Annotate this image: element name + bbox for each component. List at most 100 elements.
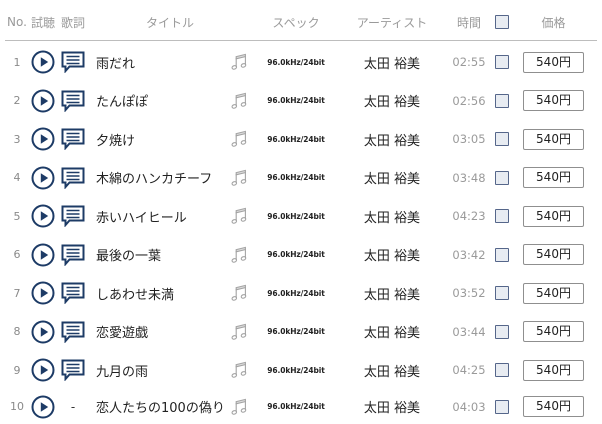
lyrics-icon[interactable] — [61, 90, 85, 112]
buy-button[interactable]: 540円 — [523, 167, 584, 189]
lyrics-icon[interactable] — [61, 51, 85, 74]
buy-button[interactable]: 540円 — [523, 90, 584, 112]
music-note-icon — [231, 246, 247, 263]
play-preview-button[interactable] — [31, 390, 55, 424]
play-preview-button[interactable] — [31, 120, 55, 159]
note-head-right — [240, 101, 247, 107]
lyrics-button[interactable] — [61, 313, 85, 352]
note-head-left — [231, 65, 238, 70]
lyrics-bubble-shape[interactable] — [61, 128, 85, 151]
play-circle-icon[interactable] — [31, 243, 55, 267]
buy-button[interactable]: 540円 — [523, 128, 584, 150]
buy-button[interactable]: 540円 — [523, 359, 584, 381]
track-select-checkbox[interactable] — [494, 286, 509, 301]
track-select-checkbox[interactable] — [494, 55, 509, 70]
play-circle-icon[interactable] — [31, 358, 55, 382]
note-head-left — [231, 257, 238, 263]
buy-button[interactable]: 540円 — [523, 51, 584, 73]
note-head-left — [231, 334, 238, 340]
note-beam — [235, 361, 246, 368]
play-circle-icon[interactable] — [31, 395, 55, 419]
music-note-icon — [231, 398, 247, 415]
lyrics-icon[interactable] — [61, 128, 85, 151]
track-select-checkbox[interactable] — [494, 170, 509, 185]
track-duration: 04:25 — [452, 363, 486, 378]
play-circle-icon[interactable] — [31, 89, 55, 113]
play-circle-icon[interactable] — [31, 166, 55, 190]
lyrics-button[interactable] — [61, 274, 85, 313]
format-cell — [229, 313, 249, 352]
track-select-checkbox[interactable] — [494, 247, 509, 262]
lyrics-button[interactable] — [61, 43, 85, 82]
track-number: 9 — [13, 363, 21, 377]
track-artist: 太田 裕美 — [363, 56, 421, 72]
play-preview-button[interactable] — [31, 159, 55, 198]
format-cell — [229, 236, 249, 275]
buy-button[interactable]: 540円 — [523, 282, 584, 304]
track-row: 9 九月の雨 96.0kHz/24bit 太田 裕美 04:25 540円 — [0, 351, 602, 390]
play-circle-icon[interactable] — [31, 50, 55, 74]
play-preview-button[interactable] — [31, 313, 55, 352]
lyrics-icon[interactable] — [61, 244, 85, 266]
lyrics-button[interactable] — [61, 236, 85, 275]
buy-button[interactable]: 540円 — [523, 396, 584, 418]
track-spec: 96.0kHz/24bit — [267, 134, 325, 144]
track-select-checkbox[interactable] — [494, 93, 509, 108]
music-note-icon — [231, 207, 247, 224]
track-row: 8 恋愛遊戯 96.0kHz/24bit 太田 裕美 03:44 540円 — [0, 313, 602, 352]
play-preview-button[interactable] — [31, 82, 55, 121]
lyrics-bubble-shape[interactable] — [61, 205, 85, 228]
track-select-checkbox[interactable] — [494, 363, 509, 378]
lyrics-icon[interactable] — [61, 205, 85, 228]
note-head-left — [231, 142, 238, 147]
buy-button[interactable]: 540円 — [523, 244, 584, 266]
play-preview-button[interactable] — [31, 197, 55, 236]
track-title: 木綿のハンカチーフ — [96, 172, 213, 188]
track-spec: 96.0kHz/24bit — [267, 57, 325, 67]
play-preview-button[interactable] — [31, 351, 55, 390]
track-select-checkbox[interactable] — [494, 209, 509, 224]
lyrics-bubble-shape[interactable] — [61, 282, 85, 305]
play-preview-button[interactable] — [31, 236, 55, 275]
play-preview-button[interactable] — [31, 43, 55, 82]
note-head-right — [240, 332, 247, 338]
track-select-checkbox[interactable] — [494, 132, 509, 147]
lyrics-icon[interactable] — [61, 321, 85, 343]
lyrics-bubble-shape[interactable] — [61, 244, 85, 266]
lyrics-bubble-shape[interactable] — [61, 359, 85, 382]
play-circle-icon[interactable] — [31, 320, 55, 344]
buy-button[interactable]: 540円 — [523, 321, 584, 343]
lyrics-bubble-shape[interactable] — [61, 90, 85, 112]
format-cell — [229, 197, 249, 236]
lyrics-button[interactable] — [61, 82, 85, 121]
lyrics-bubble-shape[interactable] — [61, 321, 85, 343]
play-circle-icon[interactable] — [31, 127, 55, 151]
track-row: 1 雨だれ 96.0kHz/24bit 太田 裕美 02:55 540円 — [0, 43, 602, 82]
track-select-checkbox[interactable] — [494, 399, 509, 414]
play-circle-icon[interactable] — [31, 281, 55, 305]
lyrics-icon[interactable] — [61, 167, 85, 189]
music-note-icon — [231, 284, 247, 301]
note-head-left — [231, 103, 238, 109]
lyrics-bubble-shape[interactable] — [61, 167, 85, 189]
buy-button[interactable]: 540円 — [523, 205, 584, 227]
track-duration: 03:48 — [452, 170, 486, 185]
lyrics-bubble-shape[interactable] — [61, 51, 85, 74]
lyrics-icon[interactable] — [61, 359, 85, 382]
play-circle-icon[interactable] — [31, 204, 55, 228]
track-artist: 太田 裕美 — [363, 364, 421, 380]
note-beam — [235, 398, 246, 405]
track-select-cell — [493, 197, 510, 236]
note-head-left — [231, 219, 238, 224]
music-note-icon — [231, 323, 247, 340]
lyrics-icon[interactable] — [61, 282, 85, 305]
lyrics-button[interactable] — [61, 197, 85, 236]
select-all-checkbox[interactable] — [494, 15, 509, 29]
lyrics-button[interactable] — [61, 120, 85, 159]
track-select-checkbox[interactable] — [494, 324, 509, 339]
play-preview-button[interactable] — [31, 274, 55, 313]
lyrics-button[interactable] — [61, 351, 85, 390]
track-title: 赤いハイヒール — [96, 210, 187, 226]
lyrics-button[interactable] — [61, 159, 85, 198]
track-list-page: No. 試聴 歌詞 タイトル スペック アーティスト 時間 価格 1 雨だれ 9… — [0, 0, 602, 424]
